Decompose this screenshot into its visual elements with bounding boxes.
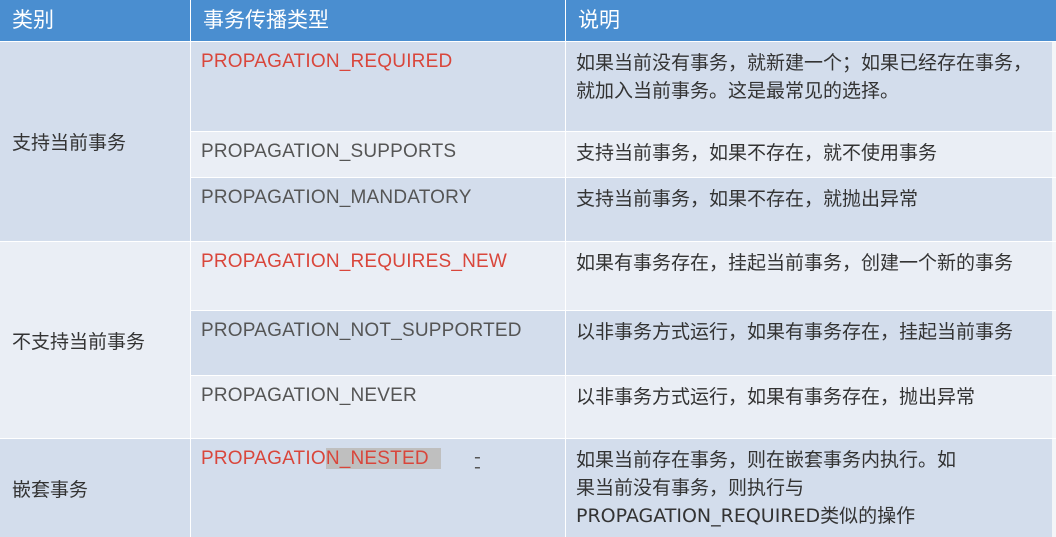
grid-line	[0, 438, 1056, 439]
grid-line	[191, 131, 1056, 132]
propagation-type-cell: PROPAGATION_NOT_SUPPORTED	[191, 311, 565, 375]
description-cell: 如果当前存在事务，则在嵌套事务内执行。如 果当前没有事务，则执行与 PROPAG…	[566, 439, 1052, 537]
category-label: 不支持当前事务	[12, 330, 146, 353]
description-cell: 支持当前事务，如果不存在，就抛出异常	[566, 178, 1052, 241]
propagation-type-cell: PROPAGATION_SUPPORTS	[191, 132, 565, 177]
propagation-type-cell: PROPAGATION_NESTED	[191, 439, 565, 537]
table-header: 类别 事务传播类型 说明	[0, 0, 1056, 41]
description-cell: 如果有事务存在，挂起当前事务，创建一个新的事务	[566, 242, 1052, 310]
description-cell: 以非事务方式运行，如果有事务存在，抛出异常	[566, 376, 1052, 438]
propagation-type-cell: PROPAGATION_REQUIRED	[191, 42, 565, 131]
propagation-type-text: PROPAGATIO	[201, 448, 326, 469]
category-label: 嵌套事务	[12, 478, 89, 501]
category-cell: 支持当前事务	[0, 42, 190, 241]
description-line: 果当前没有事务，则执行与	[576, 477, 805, 499]
header-propagation-type: 事务传播类型	[203, 8, 329, 32]
category-cell: 嵌套事务	[0, 439, 190, 537]
propagation-type-cell: PROPAGATION_MANDATORY	[191, 178, 565, 241]
grid-line	[0, 41, 1056, 42]
propagation-type-cell: PROPAGATION_NEVER	[191, 376, 565, 438]
grid-line	[0, 241, 1056, 242]
description-line: 如果当前存在事务，则在嵌套事务内执行。如	[576, 449, 957, 471]
cursor-mark: -	[474, 456, 481, 478]
grid-line	[565, 0, 566, 537]
grid-line	[191, 375, 1056, 376]
description-line: PROPAGATION_REQUIRED类似的操作	[576, 505, 916, 527]
header-description: 说明	[578, 8, 620, 32]
propagation-table: 类别 事务传播类型 说明 支持当前事务 不支持当前事务 嵌套事务 PROPAGA…	[0, 0, 1056, 537]
header-category: 类别	[12, 8, 54, 32]
description-cell: 以非事务方式运行，如果有事务存在，挂起当前事务	[566, 311, 1052, 375]
category-label: 支持当前事务	[12, 132, 127, 154]
description-cell: 如果当前没有事务，就新建一个；如果已经存在事务，就加入当前事务。这是最常见的选择…	[566, 42, 1052, 131]
text-selection-highlight: N_NESTED	[325, 448, 441, 469]
grid-line	[190, 0, 191, 537]
description-cell: 支持当前事务，如果不存在，就不使用事务	[566, 132, 1052, 177]
grid-line	[191, 177, 1056, 178]
grid-line	[191, 310, 1056, 311]
category-cell: 不支持当前事务	[0, 242, 190, 438]
propagation-type-cell: PROPAGATION_REQUIRES_NEW	[191, 242, 565, 310]
